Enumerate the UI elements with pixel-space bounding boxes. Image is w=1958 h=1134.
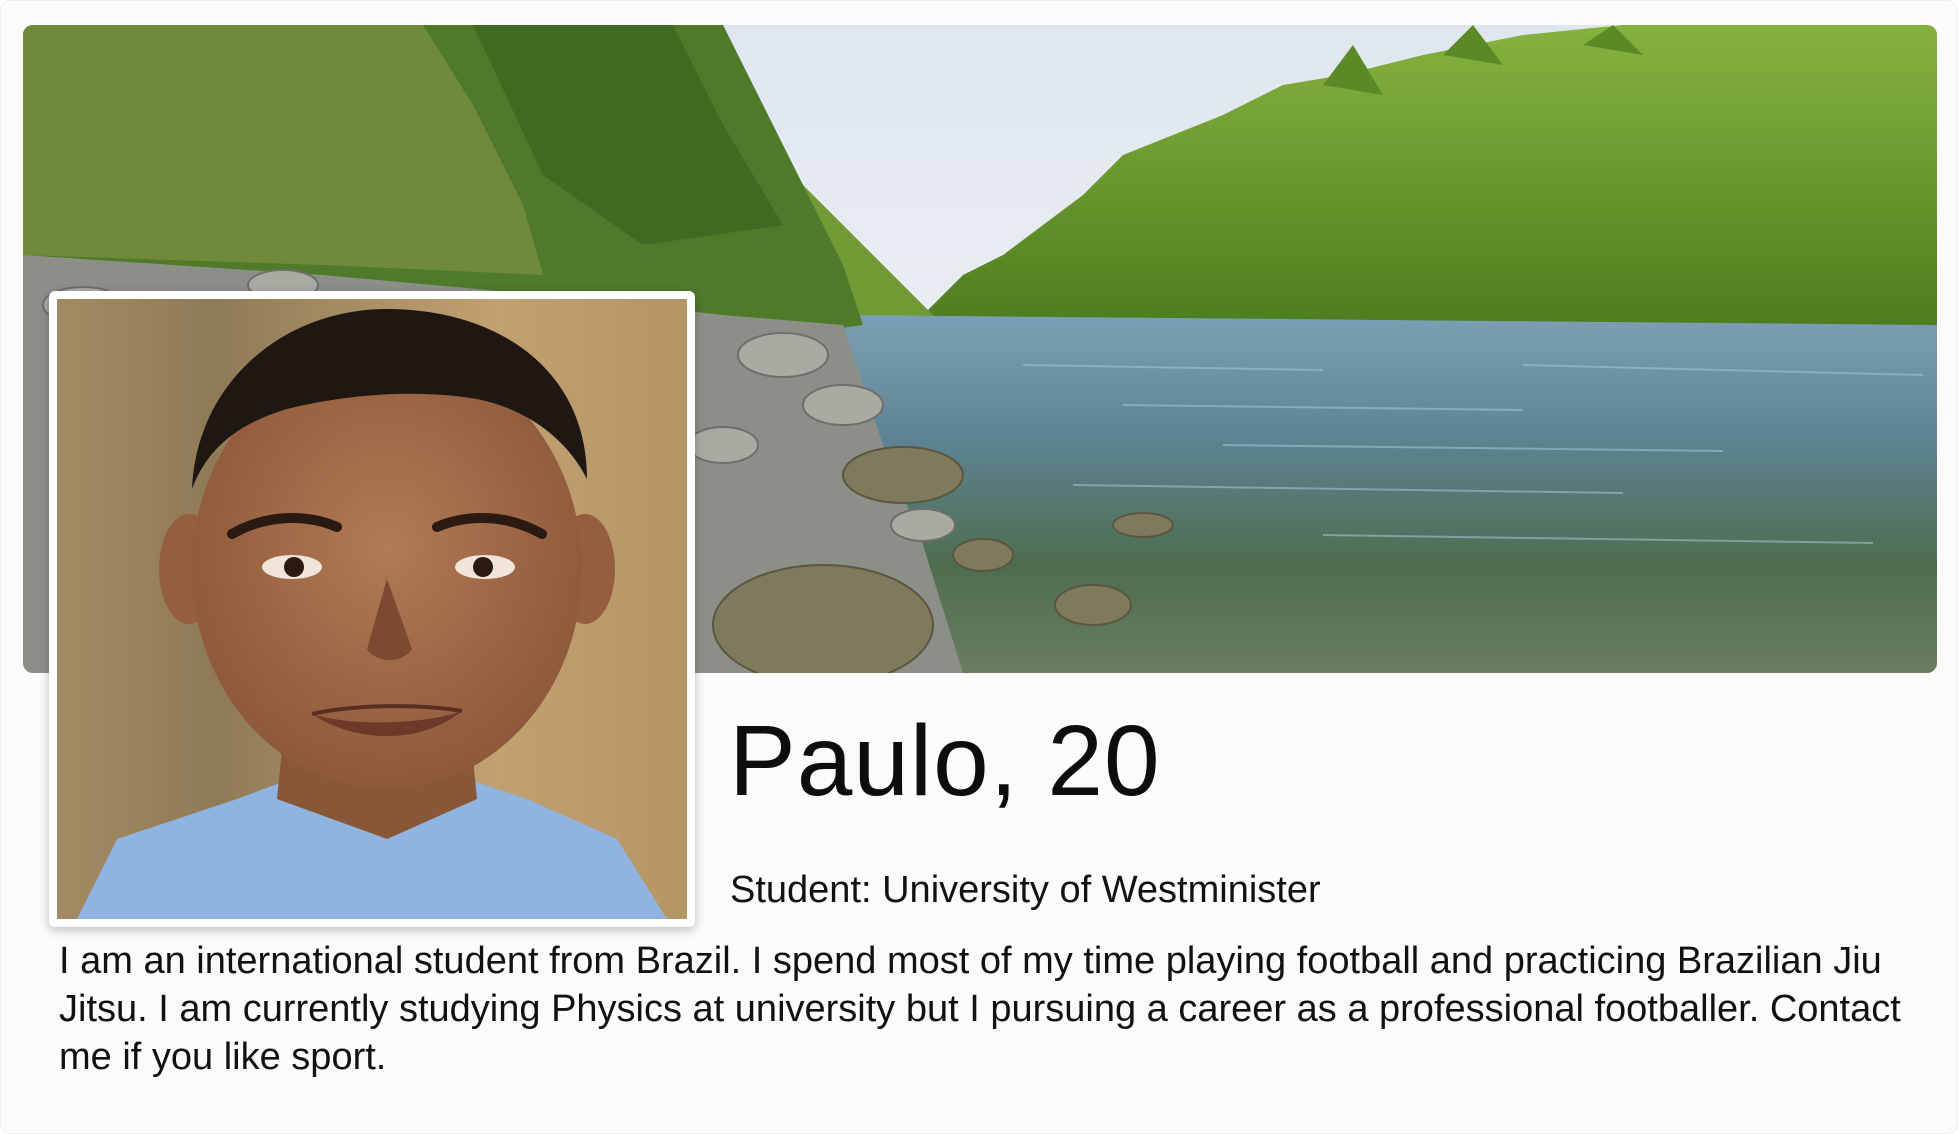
- avatar[interactable]: [49, 291, 695, 927]
- avatar-photo: [57, 299, 687, 919]
- portrait-image: [57, 299, 687, 919]
- profile-occupation: Student: University of Westminister: [730, 869, 1321, 911]
- profile-name: Paulo, 20: [729, 705, 1161, 817]
- profile-bio: I am an international student from Brazi…: [59, 940, 1901, 1078]
- profile-card: Paulo, 20 Student: University of Westmin…: [0, 0, 1958, 1134]
